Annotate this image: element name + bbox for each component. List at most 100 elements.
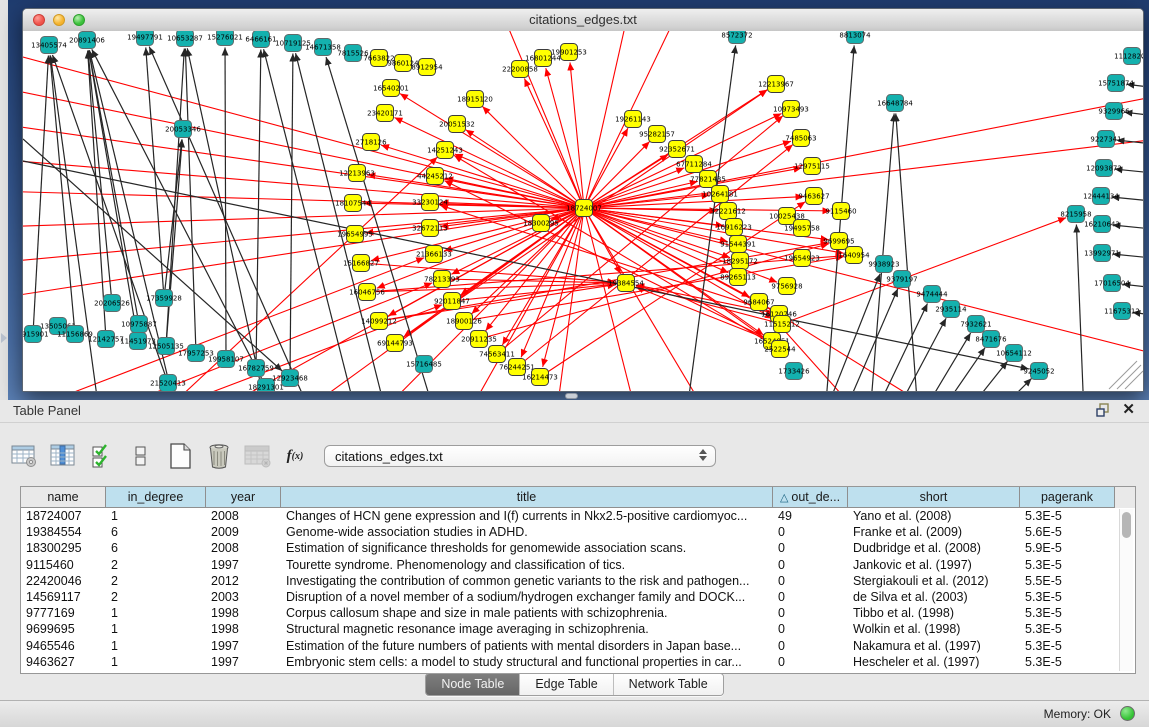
network-canvas[interactable]: 1340557420891406194977911065328715276021… xyxy=(23,31,1143,391)
svg-text:7932621: 7932621 xyxy=(960,321,991,329)
svg-text:67711284: 67711284 xyxy=(676,161,712,169)
svg-text:9474444: 9474444 xyxy=(916,291,948,299)
dropdown-stepper-icon xyxy=(699,449,707,461)
svg-text:78213393: 78213393 xyxy=(424,276,460,284)
table-cell: 5.6E-5 xyxy=(1020,524,1115,540)
column-header-year[interactable]: year xyxy=(206,487,281,508)
select-columns-icon[interactable] xyxy=(87,441,117,471)
table-row[interactable]: 977716911998Corpus callosum shape and si… xyxy=(21,605,1135,621)
column-header-title[interactable]: title xyxy=(281,487,773,508)
table-row[interactable]: 969969511998Structural magnetic resonanc… xyxy=(21,621,1135,637)
svg-text:19497791: 19497791 xyxy=(127,34,163,42)
svg-text:18107544: 18107544 xyxy=(335,200,371,208)
svg-text:16214473: 16214473 xyxy=(522,374,558,382)
svg-text:9699695: 9699695 xyxy=(823,238,854,246)
svg-text:92011847: 92011847 xyxy=(434,298,470,306)
svg-text:15716485: 15716485 xyxy=(406,361,442,369)
svg-text:9115460: 9115460 xyxy=(825,208,856,216)
table-cell: 14569117 xyxy=(21,589,106,605)
panel-splitter-handle[interactable] xyxy=(565,393,578,399)
svg-text:76244251: 76244251 xyxy=(499,364,535,372)
table-cell: 9465546 xyxy=(21,638,106,654)
table-row[interactable]: 1456911722003Disruption of a novel membe… xyxy=(21,589,1135,605)
column-header-pagerank[interactable]: pagerank xyxy=(1020,487,1115,508)
table-cell: 9699695 xyxy=(21,621,106,637)
column-header-short[interactable]: short xyxy=(848,487,1020,508)
table-cell: 9115460 xyxy=(21,557,106,573)
network-window-titlebar[interactable]: citations_edges.txt xyxy=(23,9,1143,32)
delete-file-trash-icon[interactable] xyxy=(204,441,234,471)
table-cell: 1997 xyxy=(206,557,281,573)
svg-text:77821435: 77821435 xyxy=(690,176,726,184)
table-cell: 6 xyxy=(106,540,206,556)
table-cell: 0 xyxy=(773,589,848,605)
svg-text:20911235: 20911235 xyxy=(461,336,497,344)
tab-node-table[interactable]: Node Table xyxy=(426,674,519,695)
table-cell: 9463627 xyxy=(21,654,106,670)
panel-collapse-arrow-icon[interactable] xyxy=(1,333,7,343)
svg-text:9463627: 9463627 xyxy=(798,193,829,201)
table-select-dropdown[interactable]: citations_edges.txt xyxy=(324,445,716,467)
svg-text:1640954: 1640954 xyxy=(838,252,870,260)
table-cell: Changes of HCN gene expression and I(f) … xyxy=(281,508,773,524)
svg-text:9227341: 9227341 xyxy=(1090,136,1121,144)
table-row[interactable]: 946554611997Estimation of the future num… xyxy=(21,638,1135,654)
close-panel-icon[interactable]: ✕ xyxy=(1122,403,1135,417)
table-cell: Tourette syndrome. Phenomenology and cla… xyxy=(281,557,773,573)
table-row[interactable]: 1938455462009Genome-wide association stu… xyxy=(21,524,1135,540)
svg-text:9684067: 9684067 xyxy=(743,299,774,307)
svg-text:12213963: 12213963 xyxy=(339,170,375,178)
svg-text:15276021: 15276021 xyxy=(207,34,243,42)
table-cell: 1 xyxy=(106,508,206,524)
table-cell: Yano et al. (2008) xyxy=(848,508,1020,524)
table-vertical-scrollbar[interactable] xyxy=(1119,509,1133,671)
svg-text:10653287: 10653287 xyxy=(167,35,203,43)
table-cell: 18724007 xyxy=(21,508,106,524)
table-row[interactable]: 946362711997Embryonic stem cells: a mode… xyxy=(21,654,1135,670)
table-row[interactable]: 1830029562008Estimation of significance … xyxy=(21,540,1135,556)
table-scrollbar-thumb[interactable] xyxy=(1122,512,1131,538)
tab-network-table[interactable]: Network Table xyxy=(613,674,723,695)
svg-text:6466161: 6466161 xyxy=(245,36,276,44)
column-header-name[interactable]: name xyxy=(21,487,106,508)
svg-text:18295172: 18295172 xyxy=(722,258,758,266)
table-cell: 22420046 xyxy=(21,573,106,589)
svg-text:19958107: 19958107 xyxy=(208,356,244,364)
table-cell: Investigating the contribution of common… xyxy=(281,573,773,589)
svg-text:32672113: 32672113 xyxy=(412,225,448,233)
table-cell: Franke et al. (2009) xyxy=(848,524,1020,540)
svg-text:74563411: 74563411 xyxy=(479,351,515,359)
svg-text:8471676: 8471676 xyxy=(975,336,1007,344)
svg-text:21366133: 21366133 xyxy=(416,251,452,259)
table-cell: 0 xyxy=(773,605,848,621)
column-header-out_de[interactable]: △out_de... xyxy=(773,487,848,508)
table-row[interactable]: 1872400712008Changes of HCN gene express… xyxy=(21,508,1135,524)
float-panel-icon[interactable] xyxy=(1096,403,1110,417)
table-cell: 1997 xyxy=(206,638,281,654)
svg-text:12444134: 12444134 xyxy=(1083,193,1119,201)
table-cell: Estimation of significance thresholds fo… xyxy=(281,540,773,556)
column-header-in_degree[interactable]: in_degree xyxy=(106,487,206,508)
svg-text:19384554: 19384554 xyxy=(608,280,644,288)
table-row[interactable]: 911546021997Tourette syndrome. Phenomeno… xyxy=(21,557,1135,573)
svg-text:10975887: 10975887 xyxy=(121,321,157,329)
svg-text:15751874: 15751874 xyxy=(1098,80,1134,88)
table-cell: Genome-wide association studies in ADHD. xyxy=(281,524,773,540)
show-columns-icon[interactable] xyxy=(48,441,78,471)
table-cell: 2 xyxy=(106,573,206,589)
table-settings-icon[interactable] xyxy=(9,441,39,471)
table-cell: Stergiakouli et al. (2012) xyxy=(848,573,1020,589)
table-cell: 5.3E-5 xyxy=(1020,654,1115,670)
rows-icon[interactable] xyxy=(126,441,156,471)
svg-text:11128204: 11128204 xyxy=(1114,53,1143,61)
svg-text:89265113: 89265113 xyxy=(720,274,756,282)
table-cell: 2012 xyxy=(206,573,281,589)
svg-text:8813074: 8813074 xyxy=(839,32,871,40)
new-file-icon[interactable] xyxy=(165,441,195,471)
table-row[interactable]: 2242004622012Investigating the contribut… xyxy=(21,573,1135,589)
table-cell: 1 xyxy=(106,605,206,621)
svg-text:11675312: 11675312 xyxy=(1104,308,1140,316)
table-cell: 0 xyxy=(773,557,848,573)
function-builder-icon[interactable]: f(x) xyxy=(282,441,308,471)
tab-edge-table[interactable]: Edge Table xyxy=(519,674,612,695)
